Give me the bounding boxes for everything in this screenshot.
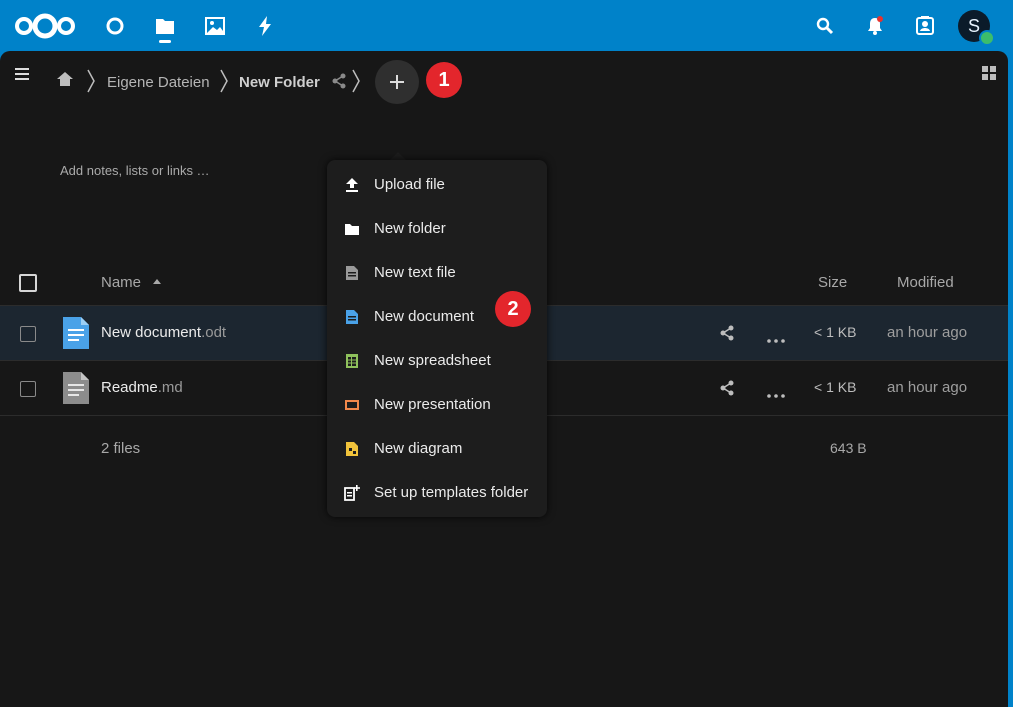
menu-item-label: New diagram <box>374 440 463 457</box>
navigation-toggle-icon[interactable] <box>12 64 32 84</box>
top-header: S <box>0 0 1013 51</box>
menu-item-label: New text file <box>374 264 456 281</box>
search-icon[interactable] <box>810 0 840 51</box>
more-actions-icon[interactable] <box>767 385 785 403</box>
files-content: Eigene Dateien New Folder 1 Add notes, l… <box>0 51 1008 707</box>
menu-item-label: New document <box>374 308 475 325</box>
step-marker-2: 2 <box>495 291 531 327</box>
grid-view-icon[interactable] <box>982 66 996 85</box>
user-status-online <box>979 30 995 46</box>
column-size[interactable]: Size <box>818 274 847 291</box>
menu-arrow <box>390 152 406 160</box>
nextcloud-logo-icon[interactable] <box>12 0 78 51</box>
share-icon[interactable] <box>331 73 347 94</box>
file-size: < 1 KB <box>814 379 857 395</box>
sort-ascending-icon <box>153 279 161 284</box>
document-icon <box>346 310 358 324</box>
file-extension: .odt <box>201 324 227 341</box>
new-file-menu: Upload file New folder New text file New… <box>327 160 547 517</box>
breadcrumb-separator <box>219 68 229 99</box>
upload-icon <box>346 178 358 192</box>
menu-item-label: Set up templates folder <box>374 484 529 501</box>
dashboard-app-icon[interactable] <box>100 0 130 51</box>
spreadsheet-icon <box>346 354 358 368</box>
file-basename: New document <box>101 324 202 341</box>
presentation-icon <box>345 400 359 410</box>
folder-notes-placeholder[interactable]: Add notes, lists or links … <box>60 163 210 178</box>
total-size-summary: 643 B <box>830 440 867 456</box>
file-modified: an hour ago <box>887 324 968 341</box>
file-name[interactable]: Readme.md <box>101 379 183 396</box>
text-file-icon <box>63 372 89 409</box>
column-modified[interactable]: Modified <box>897 274 954 291</box>
step-marker-1: 1 <box>426 62 462 98</box>
share-icon[interactable] <box>719 380 735 401</box>
diagram-icon <box>346 442 358 456</box>
text-file-icon <box>346 266 358 280</box>
breadcrumb-separator <box>86 68 96 99</box>
notifications-bell-icon[interactable] <box>860 0 890 51</box>
file-name[interactable]: New document.odt <box>101 324 226 341</box>
document-icon <box>63 317 89 354</box>
menu-item-label: Upload file <box>374 176 445 193</box>
menu-item-new-folder[interactable]: New folder <box>327 207 547 251</box>
menu-item-new-presentation[interactable]: New presentation <box>327 383 547 427</box>
file-extension: .md <box>157 379 183 396</box>
photos-app-icon[interactable] <box>200 0 230 51</box>
menu-item-upload-file[interactable]: Upload file <box>327 163 547 207</box>
active-app-indicator <box>159 40 171 43</box>
row-checkbox[interactable] <box>20 381 36 397</box>
files-app-icon[interactable] <box>150 0 180 51</box>
menu-item-new-diagram[interactable]: New diagram <box>327 427 547 471</box>
row-checkbox[interactable] <box>20 326 36 342</box>
activity-app-icon[interactable] <box>250 0 280 51</box>
templates-icon <box>344 485 360 501</box>
menu-item-set-up-templates-folder[interactable]: Set up templates folder <box>327 471 547 515</box>
breadcrumb-home-icon[interactable] <box>56 71 74 92</box>
column-name[interactable]: Name <box>101 274 141 291</box>
menu-item-label: New presentation <box>374 396 491 413</box>
menu-item-label: New folder <box>374 220 446 237</box>
file-count-summary: 2 files <box>101 440 141 457</box>
breadcrumb-current-folder[interactable]: New Folder <box>239 74 320 91</box>
select-all-checkbox[interactable] <box>19 274 37 292</box>
folder-icon <box>345 224 359 235</box>
breadcrumb-eigene-dateien[interactable]: Eigene Dateien <box>107 74 210 91</box>
breadcrumb-separator <box>351 68 361 99</box>
menu-item-new-text-file[interactable]: New text file <box>327 251 547 295</box>
share-icon[interactable] <box>719 325 735 346</box>
menu-item-new-spreadsheet[interactable]: New spreadsheet <box>327 339 547 383</box>
plus-icon <box>390 75 404 89</box>
more-actions-icon[interactable] <box>767 330 785 348</box>
file-basename: Readme <box>101 379 158 396</box>
contacts-icon[interactable] <box>910 0 940 51</box>
file-modified: an hour ago <box>887 379 968 396</box>
new-file-button[interactable] <box>375 60 419 104</box>
menu-item-label: New spreadsheet <box>374 352 491 369</box>
file-size: < 1 KB <box>814 324 857 340</box>
